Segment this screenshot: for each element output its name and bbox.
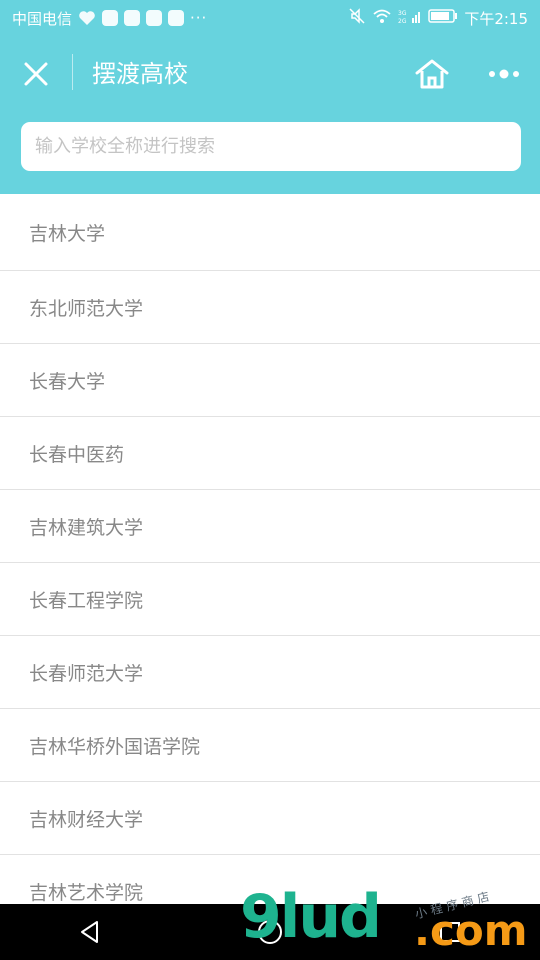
status-left: 中国电信 ···: [12, 8, 207, 29]
game-app-icon: [146, 10, 163, 26]
list-item[interactable]: 吉林艺术学院: [0, 855, 540, 904]
list-item[interactable]: 长春工程学院: [0, 563, 540, 636]
status-bar: 中国电信 ··· 3G 2G 下午2:15: [0, 0, 540, 36]
search-input[interactable]: [21, 122, 521, 171]
close-icon: [24, 62, 48, 86]
carrier-label: 中国电信: [12, 9, 73, 28]
system-nav-bar: [0, 904, 540, 960]
list-item[interactable]: 长春中医药: [0, 417, 540, 490]
school-list: 吉林大学 东北师范大学 长春大学 长春中医药 吉林建筑大学 长春工程学院 长春师…: [0, 194, 540, 904]
home-circle-icon: [258, 920, 282, 944]
more-button[interactable]: [482, 54, 526, 94]
back-triangle-icon: [81, 921, 98, 943]
list-item[interactable]: 吉林建筑大学: [0, 490, 540, 563]
header-divider: [72, 54, 73, 90]
list-item[interactable]: 长春大学: [0, 344, 540, 417]
clock: 下午2:15: [464, 9, 528, 28]
page-title: 摆渡高校: [92, 60, 188, 88]
signal-icon: 3G 2G: [398, 8, 422, 28]
svg-text:2G: 2G: [398, 18, 407, 24]
list-item[interactable]: 长春师范大学: [0, 636, 540, 709]
map-app-icon: [124, 10, 141, 26]
nav-recent-button[interactable]: [420, 904, 480, 960]
more-dots-icon: [489, 69, 519, 79]
weibo-app-icon: [102, 10, 119, 26]
list-item[interactable]: 吉林财经大学: [0, 782, 540, 855]
nav-back-button[interactable]: [60, 904, 120, 960]
more-notifications-icon: ···: [190, 9, 208, 27]
list-item[interactable]: 东北师范大学: [0, 271, 540, 344]
svg-text:3G: 3G: [398, 10, 407, 17]
list-item[interactable]: 吉林大学: [0, 194, 540, 271]
recent-square-icon: [440, 922, 460, 942]
app-header: 摆渡高校: [0, 36, 540, 194]
close-button[interactable]: [18, 56, 54, 92]
book-app-icon: [168, 10, 185, 26]
mute-icon: [348, 7, 366, 29]
battery-icon: [428, 9, 458, 27]
wifi-icon: [372, 8, 392, 28]
health-heart-icon: [78, 10, 96, 26]
nav-home-button[interactable]: [240, 904, 300, 960]
home-icon: [415, 59, 449, 89]
status-right: 3G 2G 下午2:15: [348, 7, 528, 29]
list-item[interactable]: 吉林华桥外国语学院: [0, 709, 540, 782]
home-button[interactable]: [410, 54, 454, 94]
